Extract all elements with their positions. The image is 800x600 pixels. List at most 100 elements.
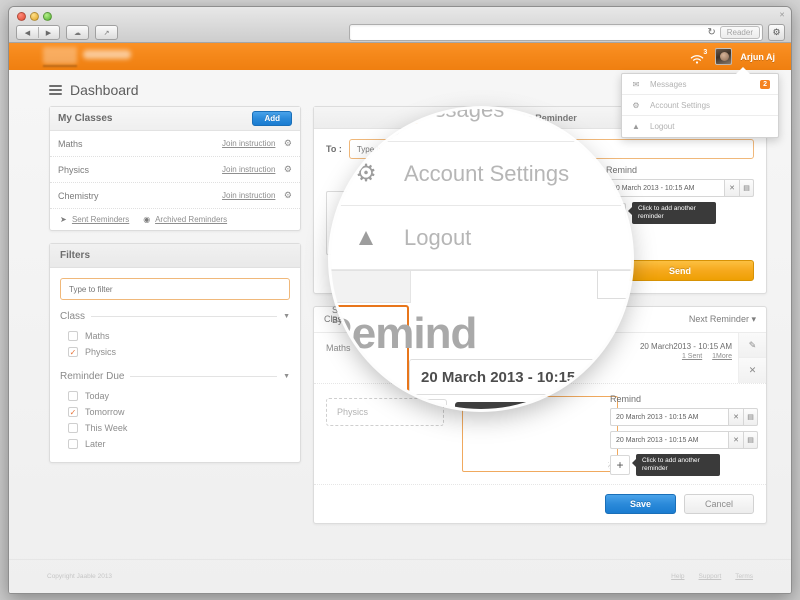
calendar-icon[interactable]: ▤ <box>739 179 754 197</box>
gear-icon[interactable]: ⚙ <box>284 138 292 148</box>
icloud-icon[interactable]: ☁ <box>66 25 89 40</box>
filter-option-today[interactable]: Today <box>60 388 290 404</box>
filter-section-reminder-due[interactable]: Reminder Due ▼ <box>60 371 290 382</box>
share-icon[interactable]: ↗ <box>95 25 118 40</box>
checkbox-checked[interactable]: ✓ <box>68 407 78 417</box>
filter-option-maths[interactable]: Maths <box>60 328 290 344</box>
archived-reminders-link[interactable]: ◉ Archived Reminders <box>143 215 227 224</box>
back-arrow-icon[interactable]: ◀ <box>17 29 38 37</box>
caret-down-icon[interactable]: ▼ <box>283 373 290 380</box>
top-bar-right: 3 Arjun Aj <box>687 43 775 70</box>
address-bar-area[interactable]: ↻ Reader ⚙ <box>349 24 785 41</box>
gear-icon: ⚙ <box>632 100 640 110</box>
mag-menu-item-logout[interactable]: ▲ Logout <box>331 206 631 270</box>
checkbox[interactable] <box>68 423 78 433</box>
page-footer: Copyright Jaable 2013 Help Support Terms <box>9 559 791 593</box>
app-logo[interactable] <box>43 46 135 67</box>
filter-option-later[interactable]: Later <box>60 436 290 452</box>
mag-menu-label: Account Settings <box>404 160 570 186</box>
editor-datetime-value[interactable]: 20 March 2013 - 10:15 AM <box>610 431 728 449</box>
mag-plus-icon[interactable]: + <box>409 399 447 409</box>
user-name[interactable]: Arjun Aj <box>740 52 775 62</box>
filter-option-label: Physics <box>85 347 117 357</box>
add-class-button[interactable]: Add <box>252 111 292 126</box>
close-window-button[interactable] <box>17 12 26 21</box>
terms-link[interactable]: Terms <box>735 573 753 580</box>
class-row-maths[interactable]: Maths Join instruction ⚙ <box>50 131 300 157</box>
help-link[interactable]: Help <box>671 573 684 580</box>
logo-mark <box>43 47 77 64</box>
checkbox[interactable] <box>68 391 78 401</box>
mag-menu-item-messages[interactable]: ✉ Messages <box>331 109 631 142</box>
plus-icon[interactable]: + <box>610 455 630 475</box>
logo-wordmark <box>83 50 131 59</box>
checkbox-checked[interactable]: ✓ <box>68 347 78 357</box>
close-x-icon[interactable]: ✕ <box>728 408 743 426</box>
checkbox[interactable] <box>68 439 78 449</box>
next-reminder-sort[interactable]: Next Reminder ▾ <box>689 314 756 325</box>
gear-icon[interactable]: ⚙ <box>284 164 292 174</box>
maximize-window-button[interactable] <box>43 12 52 21</box>
wifi-icon[interactable]: 3 <box>687 49 707 65</box>
magnifier-lens: Type to select ... : ✉ Messages ⚙ Accoun… <box>331 109 631 409</box>
calendar-icon[interactable]: ▤ <box>743 408 758 426</box>
close-tab-icon[interactable]: ✕ <box>779 11 785 19</box>
support-link[interactable]: Support <box>699 573 722 580</box>
editor-remind-column: Remind 20 March 2013 - 10:15 AM ✕ ▤ 20 M… <box>610 394 758 476</box>
checkbox[interactable] <box>68 331 78 341</box>
join-instruction-link[interactable]: Join instruction <box>222 139 275 148</box>
close-x-icon[interactable]: ✕ <box>728 431 743 449</box>
more-link[interactable]: 1More <box>712 353 732 360</box>
window-controls[interactable] <box>17 12 52 21</box>
calendar-icon[interactable]: ▤ <box>743 431 758 449</box>
filter-input[interactable] <box>60 278 290 300</box>
browser-nav-buttons[interactable]: ◀ ▶ ☁ ↗ <box>16 25 118 40</box>
join-instruction-link[interactable]: Join instruction <box>222 191 275 200</box>
hamburger-icon[interactable] <box>49 85 62 95</box>
close-x-icon[interactable]: ✕ <box>724 179 739 197</box>
editor-datetime-row-2: 20 March 2013 - 10:15 AM ✕ ▤ <box>610 431 758 449</box>
menu-item-label: Messages <box>650 79 687 89</box>
mag-remind-heading: Remind <box>331 309 477 358</box>
envelope-icon: ✉ <box>355 109 377 123</box>
filter-section-class[interactable]: Class ▼ <box>60 311 290 322</box>
sent-reminders-link[interactable]: ➤ Sent Reminders <box>60 215 129 224</box>
menu-item-account-settings[interactable]: ⚙ Account Settings <box>622 95 778 116</box>
menu-item-messages[interactable]: ✉ Messages 2 <box>622 74 778 95</box>
join-instruction-link[interactable]: Join instruction <box>222 165 275 174</box>
screenshot-root: ◀ ▶ ☁ ↗ ↻ Reader ⚙ ✕ 3 Arjun Aj ✉ Messag… <box>0 0 800 600</box>
archive-icon: ◉ <box>143 215 151 224</box>
mag-date-field[interactable]: 20 March 2013 - 10:15 AM <box>409 359 621 395</box>
mag-user-menu[interactable]: ✉ Messages ⚙ Account Settings ▲ Logout <box>331 109 631 271</box>
mag-menu-label: Messages <box>404 109 505 122</box>
gear-icon: ⚙ <box>355 160 377 187</box>
caret-down-icon[interactable]: ▼ <box>283 313 290 320</box>
my-classes-title: My Classes <box>58 113 113 124</box>
filter-option-label: This Week <box>85 423 128 433</box>
cancel-button[interactable]: Cancel <box>683 494 754 514</box>
user-menu-dropdown[interactable]: ✉ Messages 2 ⚙ Account Settings ▲ Logout <box>621 67 779 138</box>
editor-datetime-value[interactable]: 20 March 2013 - 10:15 AM <box>610 408 728 426</box>
gear-icon[interactable]: ⚙ <box>768 24 785 41</box>
caret-down-icon[interactable]: ▾ <box>751 314 756 324</box>
save-button[interactable]: Save <box>604 494 676 514</box>
back-forward-buttons[interactable]: ◀ ▶ <box>16 25 60 40</box>
envelope-icon: ✉ <box>632 79 640 89</box>
close-x-icon[interactable]: ✕ <box>739 358 766 383</box>
address-bar[interactable]: ↻ Reader <box>349 24 763 41</box>
menu-item-logout[interactable]: ▲ Logout <box>622 116 778 137</box>
minimize-window-button[interactable] <box>30 12 39 21</box>
filter-option-this-week[interactable]: This Week <box>60 420 290 436</box>
reader-button[interactable]: Reader <box>719 26 760 39</box>
class-row-chemistry[interactable]: Chemistry Join instruction ⚙ <box>50 183 300 209</box>
filter-option-physics[interactable]: ✓ Physics <box>60 344 290 360</box>
mag-menu-item-account-settings[interactable]: ⚙ Account Settings <box>331 142 631 206</box>
forward-arrow-icon[interactable]: ▶ <box>38 29 59 37</box>
class-row-physics[interactable]: Physics Join instruction ⚙ <box>50 157 300 183</box>
reload-icon[interactable]: ↻ <box>707 27 715 38</box>
sent-count-link[interactable]: 1 Sent <box>682 353 702 360</box>
gear-icon[interactable]: ⚙ <box>284 190 292 200</box>
avatar[interactable] <box>715 48 733 65</box>
pencil-icon[interactable]: ✎ <box>739 333 766 358</box>
filter-option-tomorrow[interactable]: ✓ Tomorrow <box>60 404 290 420</box>
